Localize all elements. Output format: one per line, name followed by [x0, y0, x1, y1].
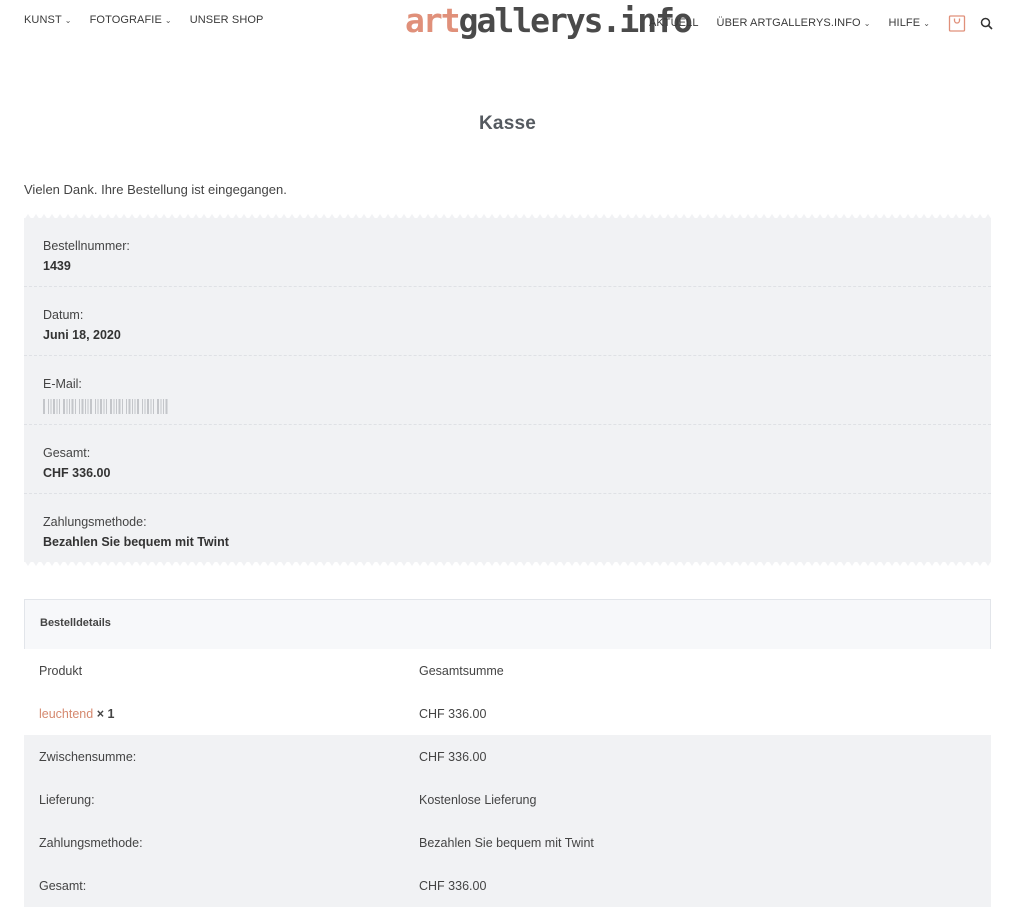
site-header: KUNST ⌄ FOTOGRAFIE ⌄ UNSER SHOP artgalle…: [0, 0, 1015, 44]
chevron-down-icon: ⌄: [863, 18, 871, 28]
payment-method-value: Bezahlen Sie bequem mit Twint: [43, 535, 229, 549]
table-row-subtotal: Zwischensumme: CHF 336.00: [24, 735, 991, 778]
order-details-heading: Bestelldetails: [24, 599, 991, 649]
main-nav-left: KUNST ⌄ FOTOGRAFIE ⌄ UNSER SHOP: [24, 14, 281, 26]
order-total-value: CHF 336.00: [43, 466, 111, 480]
overview-email: E-Mail:: [24, 356, 991, 425]
nav-item-label: UNSER SHOP: [189, 14, 264, 26]
chevron-down-icon: ⌄: [164, 15, 172, 25]
product-link[interactable]: leuchtend: [39, 707, 93, 721]
nav-item-kunst[interactable]: KUNST ⌄: [24, 14, 72, 26]
overview-order-number: Bestellnummer: 1439: [24, 218, 991, 287]
table-row-item: leuchtend × 1 CHF 336.00: [24, 692, 991, 735]
column-header-product: Produkt: [39, 663, 83, 678]
table-row-payment-method: Zahlungsmethode: Bezahlen Sie bequem mit…: [24, 821, 991, 864]
chevron-down-icon: ⌄: [64, 15, 72, 25]
row-label: Lieferung:: [39, 792, 95, 807]
row-label: Zahlungsmethode:: [39, 835, 143, 850]
nav-item-ueber[interactable]: ÜBER ARTGALLERYS.INFO ⌄: [717, 17, 871, 29]
overview-label: Bestellnummer:: [43, 239, 130, 253]
table-header-row: Produkt Gesamtsumme: [24, 649, 991, 692]
column-header-total: Gesamtsumme: [419, 663, 504, 678]
overview-label: Datum:: [43, 308, 84, 322]
table-row-shipping: Lieferung: Kostenlose Lieferung: [24, 778, 991, 821]
order-details: Bestelldetails Produkt Gesamtsumme leuch…: [24, 599, 991, 907]
row-label: Zwischensumme:: [39, 749, 137, 764]
overview-date: Datum: Juni 18, 2020: [24, 287, 991, 356]
nav-item-label: KUNST: [24, 14, 62, 26]
row-value: Kostenlose Lieferung: [419, 792, 537, 807]
product-total: CHF 336.00: [419, 706, 487, 721]
row-label: Gesamt:: [39, 878, 87, 893]
zigzag-edge-bottom: [24, 560, 991, 566]
order-received-notice: Vielen Dank. Ihre Bestellung ist eingega…: [24, 182, 287, 197]
main-nav-right: AKTUELL ÜBER ARTGALLERYS.INFO ⌄ HILFE ⌄: [631, 14, 993, 32]
overview-label: Zahlungsmethode:: [43, 515, 147, 529]
overview-background: Bestellnummer: 1439 Datum: Juni 18, 2020…: [24, 218, 991, 562]
nav-item-label: AKTUELL: [648, 17, 699, 29]
row-value: CHF 336.00: [419, 878, 487, 893]
product-cell: leuchtend × 1: [24, 707, 404, 721]
page-title: Kasse: [479, 113, 536, 134]
search-icon[interactable]: [980, 17, 993, 30]
nav-item-label: ÜBER ARTGALLERYS.INFO: [716, 17, 861, 29]
nav-item-label: FOTOGRAFIE: [89, 14, 162, 26]
overview-label: E-Mail:: [43, 377, 82, 391]
shopping-bag-icon[interactable]: [948, 14, 966, 32]
nav-item-hilfe[interactable]: HILFE ⌄: [889, 17, 931, 29]
row-value: Bezahlen Sie bequem mit Twint: [419, 835, 594, 850]
nav-item-aktuell[interactable]: AKTUELL: [649, 17, 699, 29]
nav-item-label: HILFE: [888, 17, 921, 29]
nav-item-unser-shop[interactable]: UNSER SHOP: [190, 14, 264, 26]
row-value: CHF 336.00: [419, 749, 487, 764]
overview-label: Gesamt:: [43, 446, 91, 460]
order-date-value: Juni 18, 2020: [43, 328, 121, 342]
overview-payment-method: Zahlungsmethode: Bezahlen Sie bequem mit…: [24, 494, 991, 563]
order-number-value: 1439: [43, 259, 71, 273]
overview-total: Gesamt: CHF 336.00: [24, 425, 991, 494]
order-overview: Bestellnummer: 1439 Datum: Juni 18, 2020…: [24, 212, 991, 568]
chevron-down-icon: ⌄: [923, 18, 930, 28]
product-quantity: × 1: [96, 706, 115, 721]
nav-item-fotografie[interactable]: FOTOGRAFIE ⌄: [90, 14, 172, 26]
redacted-email-value: [43, 399, 168, 414]
logo-art: art: [405, 1, 461, 40]
table-row-total: Gesamt: CHF 336.00: [24, 864, 991, 907]
